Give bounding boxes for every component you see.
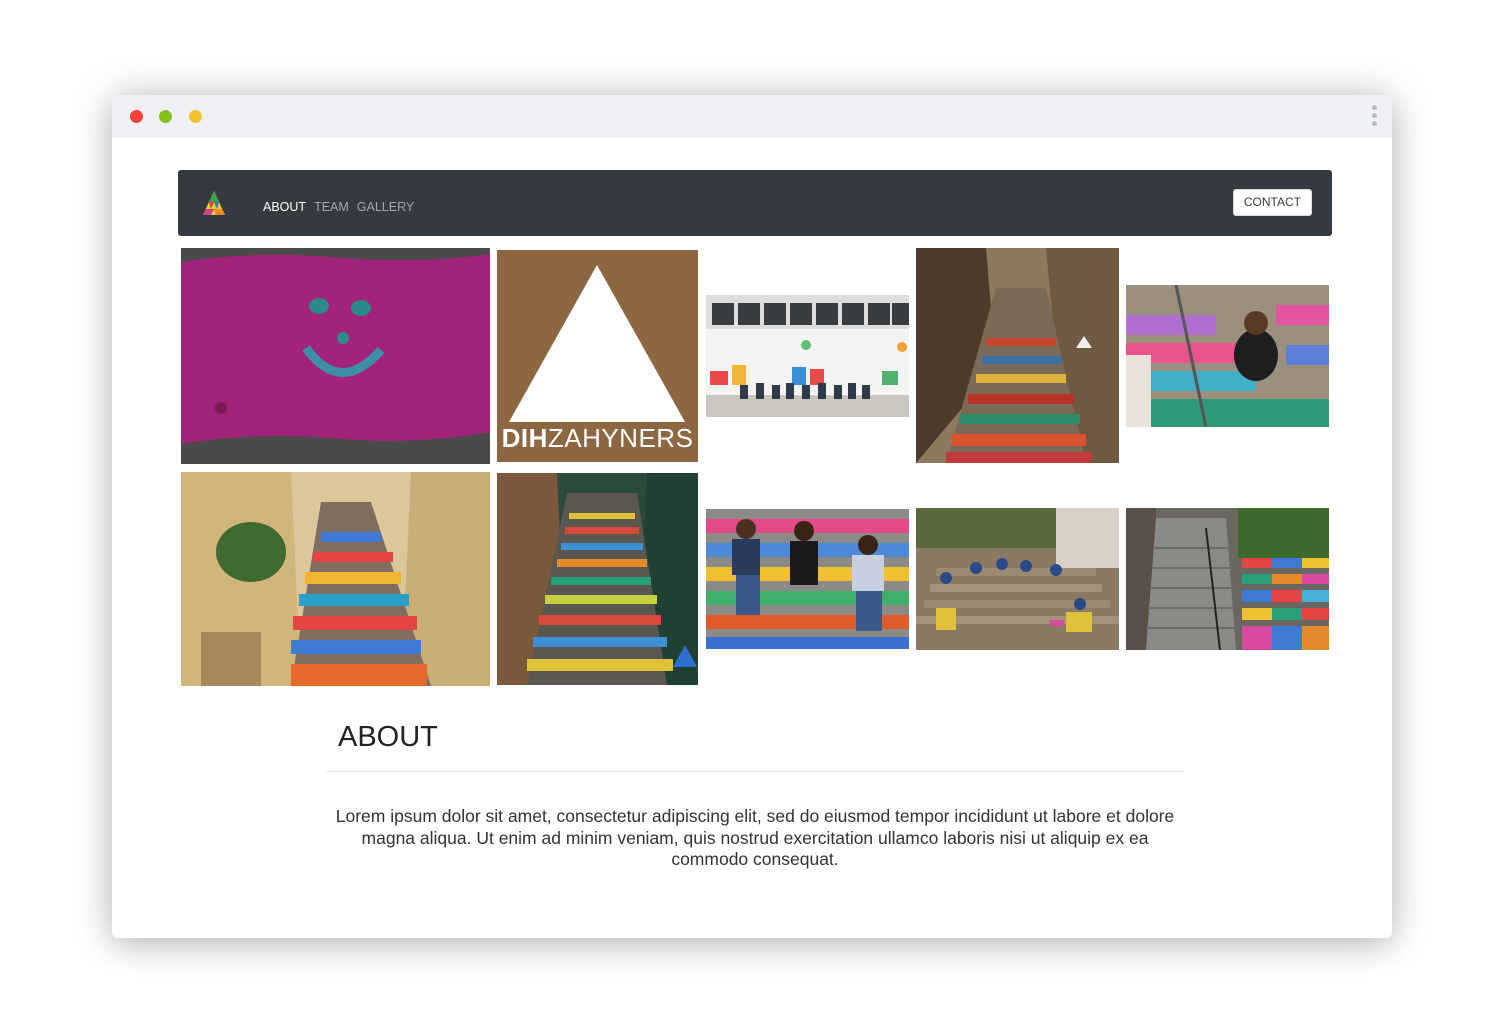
gallery-photo-smiley-wall[interactable] — [181, 248, 490, 464]
maximize-window-dot[interactable] — [159, 110, 172, 123]
browser-menu-icon[interactable] — [1372, 105, 1378, 129]
site-navbar: ABOUT TEAM GALLERY CONTACT — [178, 170, 1332, 236]
gallery-photo-team-on-steps[interactable] — [706, 509, 909, 649]
minimize-window-dot[interactable] — [189, 110, 202, 123]
about-divider — [326, 771, 1184, 772]
close-window-dot[interactable] — [130, 110, 143, 123]
logo-tile-light-text: ZAHYNERS — [547, 423, 694, 453]
gallery-photo-painting-steps[interactable] — [1126, 285, 1329, 427]
browser-window: ABOUT TEAM GALLERY CONTACT DIHZAHYNERS A… — [112, 95, 1392, 938]
nav-link-about[interactable]: ABOUT — [263, 200, 306, 214]
gallery-photo-volunteers-painting[interactable] — [916, 508, 1119, 650]
gallery-photo-painted-staircase[interactable] — [1126, 508, 1329, 650]
logo-tile-bold-text: DIH — [501, 423, 548, 453]
gallery-photo-rainbow-stairs-street[interactable] — [181, 472, 490, 686]
nav-link-team[interactable]: TEAM — [314, 200, 349, 214]
nav-links: ABOUT TEAM GALLERY — [263, 200, 414, 214]
about-paragraph: Lorem ipsum dolor sit amet, consectetur … — [335, 806, 1175, 869]
logo-tile-wordmark: DIHZAHYNERS — [497, 423, 698, 454]
nav-link-gallery[interactable]: GALLERY — [357, 200, 414, 214]
gallery-photo-mural-group[interactable] — [706, 295, 909, 417]
brand-logo-icon[interactable] — [202, 189, 226, 217]
gallery-logo-tile[interactable]: DIHZAHYNERS — [497, 250, 698, 462]
about-heading: ABOUT — [338, 721, 438, 753]
contact-button[interactable]: CONTACT — [1232, 189, 1312, 216]
browser-titlebar — [112, 95, 1392, 138]
gallery-photo-rainbow-stairs-alley[interactable] — [497, 473, 698, 685]
gallery-photo-stairway-alley[interactable] — [916, 248, 1119, 463]
